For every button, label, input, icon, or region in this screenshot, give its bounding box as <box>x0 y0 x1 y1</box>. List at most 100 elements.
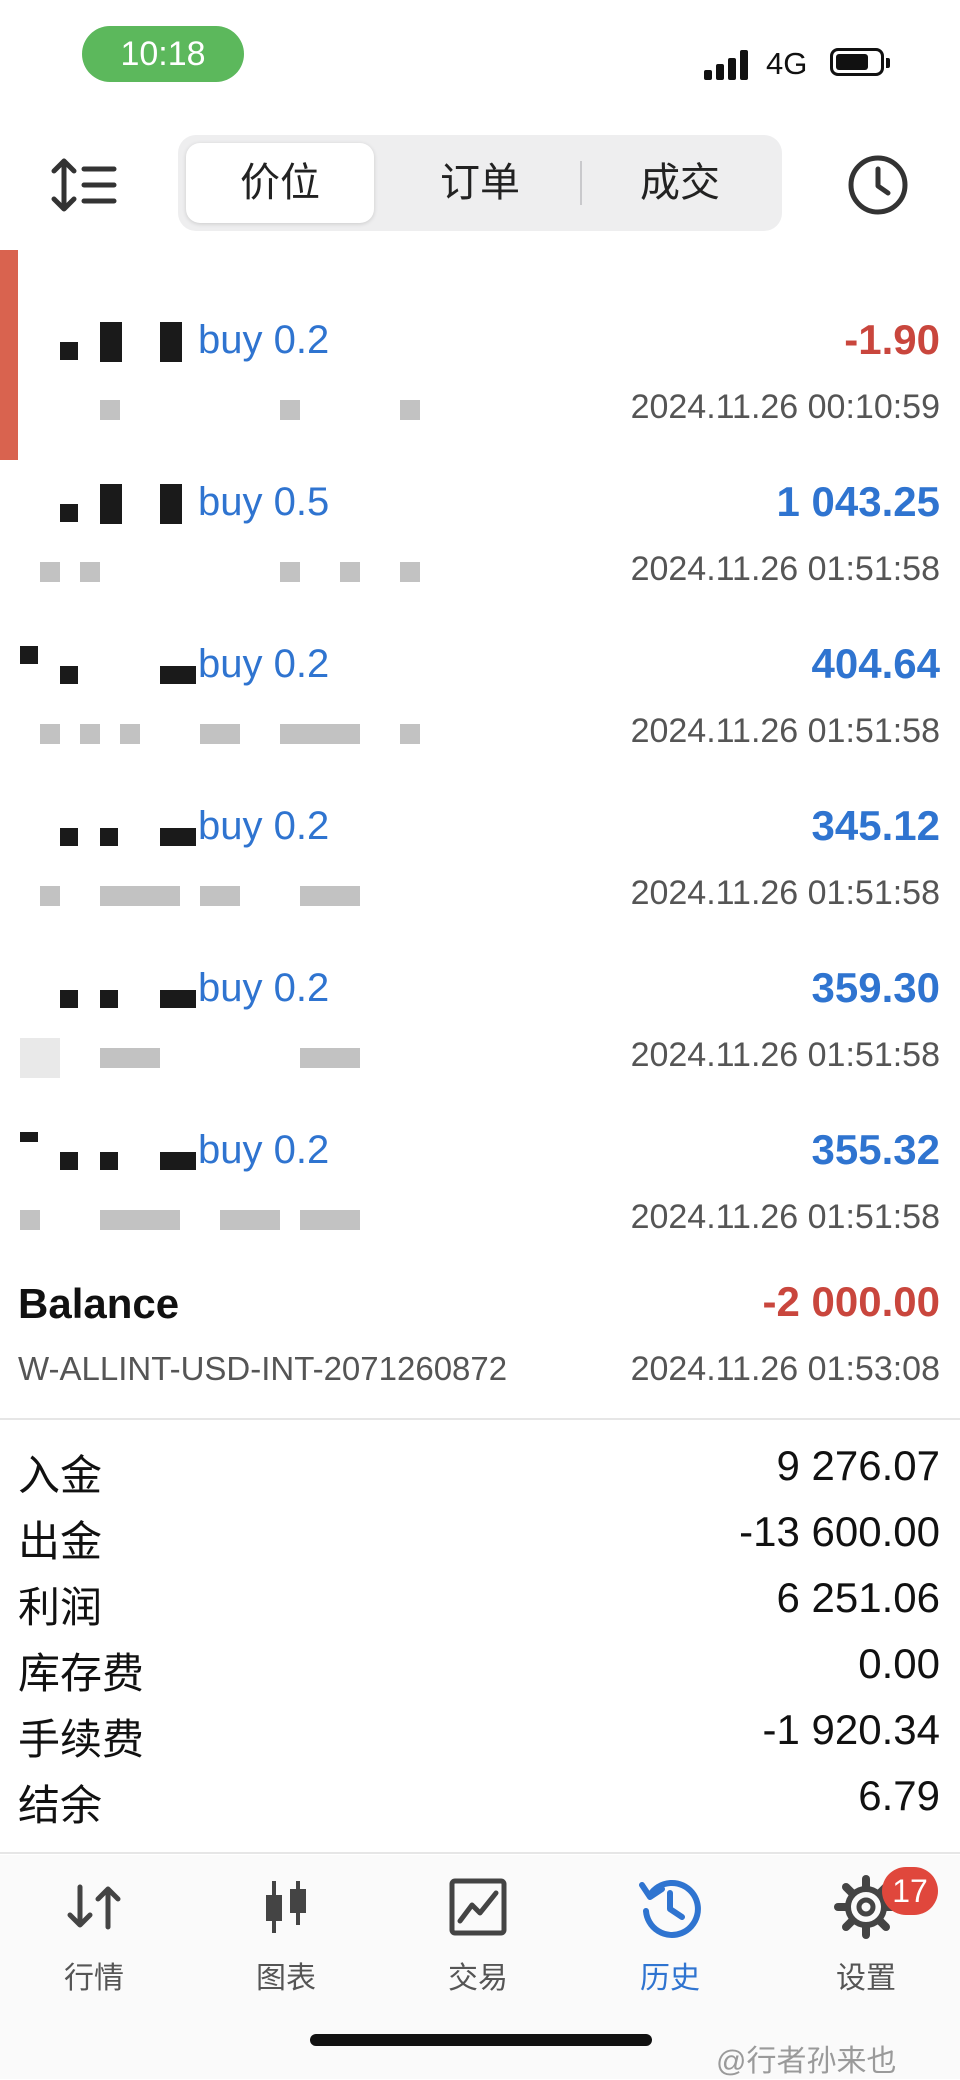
watermark: @行者孙来也 <box>716 2045 897 2078</box>
redacted-symbol <box>160 828 196 846</box>
deal-row[interactable]: buy 0.5 1 043.25 2024.11.26 01:51:58 <box>0 462 960 624</box>
redacted-symbol <box>100 1152 118 1170</box>
redacted-symbol <box>60 990 78 1008</box>
summary-value: 0.00 <box>858 1640 940 1687</box>
segmented-control: 价位 订单 成交 <box>178 135 782 231</box>
summary-row-balance: 结余 6.79 <box>0 1766 960 1832</box>
nav-quotes[interactable]: 行情 <box>14 1875 174 2005</box>
nav-label: 设置 <box>836 1962 896 1995</box>
nav-history[interactable]: 历史 <box>590 1875 750 2005</box>
tab-deals[interactable]: 成交 <box>586 143 774 223</box>
redacted-comment <box>100 886 180 906</box>
redacted-symbol <box>100 484 122 524</box>
redacted-symbol <box>100 828 118 846</box>
summary-value: -1 920.34 <box>762 1706 940 1753</box>
redacted-comment <box>400 562 420 582</box>
redacted-symbol <box>160 484 182 524</box>
deal-profit: 1 043.25 <box>776 478 941 525</box>
tab-price[interactable]: 价位 <box>186 143 374 223</box>
status-bar: 10:18 4G <box>0 0 960 110</box>
sort-icon[interactable] <box>50 155 120 215</box>
redacted-symbol <box>100 990 118 1008</box>
summary-label: 手续费 <box>18 1716 145 1763</box>
deal-row[interactable]: buy 0.2 404.64 2024.11.26 01:51:58 <box>0 624 960 786</box>
tab-orders[interactable]: 订单 <box>386 143 574 223</box>
deal-time: 2024.11.26 01:51:58 <box>630 874 940 912</box>
nav-settings[interactable]: 17 设置 <box>786 1867 946 2005</box>
summary-row-deposit: 入金 9 276.07 <box>0 1436 960 1502</box>
redacted-comment <box>280 400 300 420</box>
balance-amount: -2 000.00 <box>762 1278 940 1325</box>
nav-label: 图表 <box>256 1962 316 1995</box>
summary-value: 6.79 <box>858 1772 940 1819</box>
summary-label: 入金 <box>18 1452 103 1499</box>
deal-type: buy 0.2 <box>198 966 330 1010</box>
deal-time: 2024.11.26 01:51:58 <box>630 1198 940 1236</box>
deal-row[interactable]: buy 0.2 -1.90 2024.11.26 00:10:59 <box>0 300 960 462</box>
deal-row[interactable]: buy 0.2 359.30 2024.11.26 01:51:58 <box>0 948 960 1110</box>
nav-label: 交易 <box>448 1962 508 1995</box>
redacted-comment <box>200 886 240 906</box>
redacted-comment <box>100 1048 160 1068</box>
history-icon <box>639 1880 701 1938</box>
redacted-symbol <box>60 504 78 522</box>
deal-time: 2024.11.26 01:51:58 <box>630 1036 940 1074</box>
redacted-comment <box>280 562 300 582</box>
deal-type: buy 0.2 <box>198 1128 330 1172</box>
redacted-comment <box>40 562 60 582</box>
summary-row-withdrawal: 出金 -13 600.00 <box>0 1502 960 1568</box>
divider <box>0 1852 960 1854</box>
redacted-comment <box>20 1038 60 1078</box>
deal-profit: 359.30 <box>811 964 940 1011</box>
balance-time: 2024.11.26 01:53:08 <box>630 1350 940 1388</box>
nav-label: 行情 <box>64 1962 124 1995</box>
summary-row-swap: 库存费 0.00 <box>0 1634 960 1700</box>
redacted-comment <box>80 562 100 582</box>
redacted-symbol <box>60 666 78 684</box>
redacted-symbol <box>160 666 196 684</box>
divider <box>0 1418 960 1420</box>
redacted-comment <box>300 886 360 906</box>
redacted-comment <box>340 562 360 582</box>
deal-type: buy 0.2 <box>198 318 330 362</box>
summary-value: -13 600.00 <box>739 1508 940 1555</box>
summary-label: 结余 <box>18 1782 103 1829</box>
redacted-comment <box>400 400 420 420</box>
deal-profit: 355.32 <box>811 1126 940 1173</box>
trade-icon <box>449 1878 507 1936</box>
redacted-symbol <box>100 322 122 362</box>
redacted-symbol <box>60 828 78 846</box>
deal-row[interactable]: buy 0.2 355.32 2024.11.26 01:51:58 <box>0 1110 960 1272</box>
redacted-comment <box>200 724 240 744</box>
quotes-icon <box>67 1884 121 1930</box>
network-type: 4G <box>766 46 808 81</box>
deal-type: buy 0.2 <box>198 642 330 686</box>
redacted-comment <box>120 724 140 744</box>
redacted-symbol <box>20 646 38 664</box>
summary-row-profit: 利润 6 251.06 <box>0 1568 960 1634</box>
redacted-comment <box>220 1210 280 1230</box>
redacted-comment <box>300 1048 360 1068</box>
balance-row[interactable]: Balance -2 000.00 W-ALLINT-USD-INT-20712… <box>0 1262 960 1412</box>
redacted-symbol <box>60 1152 78 1170</box>
nav-trade[interactable]: 交易 <box>398 1875 558 2005</box>
header: 价位 订单 成交 <box>0 135 960 245</box>
chart-icon <box>266 1881 306 1933</box>
status-time: 10:18 <box>82 26 244 82</box>
summary-value: 9 276.07 <box>776 1442 941 1489</box>
redacted-comment <box>100 400 120 420</box>
nav-label: 历史 <box>640 1962 700 1995</box>
summary-row-commission: 手续费 -1 920.34 <box>0 1700 960 1766</box>
redacted-symbol <box>60 342 78 360</box>
signal-strength-icon <box>704 50 754 80</box>
nav-chart[interactable]: 图表 <box>206 1875 366 2005</box>
home-indicator[interactable] <box>310 2034 652 2046</box>
redacted-comment <box>300 1210 360 1230</box>
redacted-comment <box>100 1210 180 1230</box>
deal-profit: 404.64 <box>811 640 940 687</box>
clock-icon[interactable] <box>846 153 910 217</box>
redacted-comment <box>40 886 60 906</box>
battery-icon <box>830 48 890 76</box>
deal-row[interactable]: buy 0.2 345.12 2024.11.26 01:51:58 <box>0 786 960 948</box>
redacted-comment <box>400 724 420 744</box>
